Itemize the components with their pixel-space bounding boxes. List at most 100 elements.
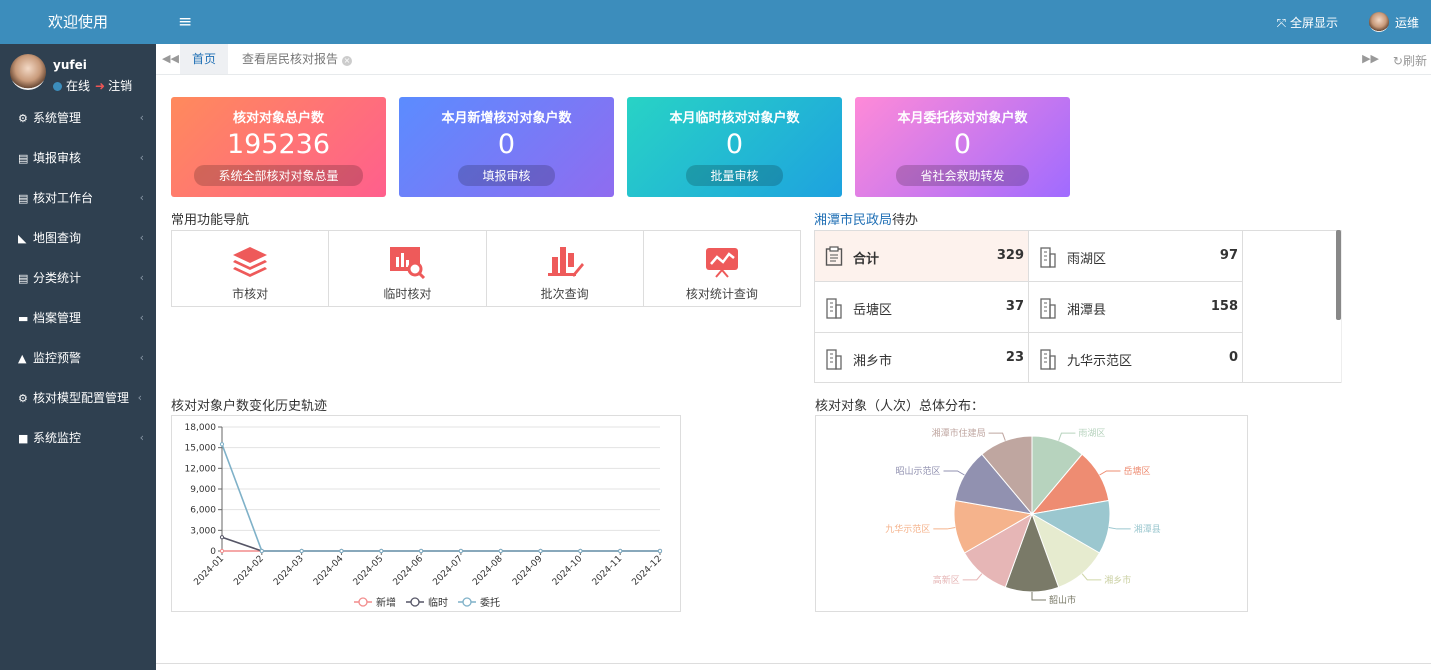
sidebar-logo: 欢迎使用: [0, 0, 156, 44]
card-button[interactable]: 省社会救助转发: [896, 165, 1029, 186]
legend-label: 临时: [428, 596, 448, 609]
refresh-button[interactable]: ↻刷新: [1393, 52, 1427, 69]
data-point: [498, 548, 503, 554]
chevron-left-icon: ‹: [139, 111, 144, 124]
todo-item-jiuhua[interactable]: 九华示范区 0: [1029, 333, 1243, 382]
tab-report[interactable]: 查看居民核对报告 ×: [230, 44, 364, 74]
x-tick-label: 2024-08: [471, 554, 505, 588]
close-icon[interactable]: ×: [342, 56, 353, 66]
sidebar-item-label: 监控预警: [33, 351, 82, 365]
sidebar-item-map[interactable]: ◣ 地图查询 ‹: [0, 218, 156, 258]
building-icon: [1040, 349, 1056, 370]
gear-icon: ⚙: [18, 112, 28, 125]
tab-scroll-right-icon[interactable]: ▶▶: [1362, 52, 1379, 65]
tab-scroll-left-icon[interactable]: ◀◀: [162, 52, 179, 65]
card-button[interactable]: 批量审核: [686, 165, 783, 186]
series-line-临时: [221, 536, 660, 552]
sidebar-item-label: 填报审核: [33, 151, 82, 165]
sidebar-item-stats[interactable]: ▤ 分类统计 ‹: [0, 258, 156, 298]
y-tick-label: 6,000: [190, 506, 216, 516]
tab-home[interactable]: 首页: [180, 44, 229, 74]
sidebar-item-archive[interactable]: ▬ 档案管理 ‹: [0, 298, 156, 338]
sidebar-item-review[interactable]: ▤ 填报审核 ‹: [0, 138, 156, 178]
nav-stats-query[interactable]: 核对统计查询: [644, 231, 800, 306]
sidebar-item-workbench[interactable]: ▤ 核对工作台 ‹: [0, 178, 156, 218]
sidebar-item-system[interactable]: ⚙ 系统管理 ‹: [0, 98, 156, 138]
pie-label: 九华示范区: [885, 523, 930, 535]
pie-label: 昭山示范区: [896, 465, 941, 477]
card-button[interactable]: 系统全部核对对象总量: [194, 165, 363, 186]
label-leader-line: [988, 432, 1006, 441]
data-point: [299, 548, 304, 554]
data-point: [618, 548, 623, 554]
x-tick-label: 2024-04: [312, 554, 346, 588]
todo-item-count: 23: [1005, 350, 1024, 365]
card-value: 0: [725, 129, 744, 160]
user-status: 在线 ➜ 注销: [53, 77, 132, 94]
layers-icon: [233, 247, 268, 277]
expand-icon: ⤧: [1276, 16, 1290, 30]
line-chart-panel: 0 3,000 6,000 9,000 12,000 15,000 18,000 2024-0…: [171, 415, 681, 612]
clipboard-icon: [825, 246, 843, 266]
chevron-left-icon: ‹: [139, 151, 144, 164]
label-leader-line: [1058, 432, 1076, 441]
x-tick-label: 2024-06: [392, 554, 426, 588]
nav-batch-query[interactable]: 批次查询: [487, 231, 644, 306]
pie-label: 韶山市: [1049, 594, 1076, 606]
stat-card-total: 核对对象总户数 195236 系统全部核对对象总量: [171, 97, 386, 197]
video-icon: ■: [18, 432, 29, 445]
chevron-left-icon: ‹: [139, 231, 144, 244]
x-tick-label: 2024-09: [511, 554, 545, 588]
legend-marker: [410, 597, 420, 607]
todo-item-name: 雨湖区: [1067, 252, 1107, 267]
sidebar-item-monitor[interactable]: ■ 系统监控 ‹: [0, 418, 156, 458]
data-point: [339, 548, 344, 554]
todo-item-yuhu[interactable]: 雨湖区 97: [1029, 231, 1243, 282]
data-point: [418, 548, 424, 554]
card-title: 本月新增核对对象户数: [441, 111, 572, 126]
logout-icon[interactable]: ➜: [95, 79, 105, 93]
sidebar-item-warning[interactable]: ▲ 监控预警 ‹: [0, 338, 156, 378]
todo-item-yuetang[interactable]: 岳塘区 37: [815, 282, 1029, 333]
todo-panel: 合计 329 雨湖区 97 岳塘区 37 湘潭县 158 湘乡市 23 九华示范…: [814, 230, 1342, 383]
fullscreen-button[interactable]: ⤧ 全屏显示: [1277, 14, 1338, 31]
chevron-left-icon: ‹: [139, 431, 144, 444]
todo-item-count: 97: [1219, 248, 1238, 263]
data-point: [538, 548, 543, 554]
x-tick-label: 2024-05: [352, 554, 386, 588]
pie-chart: 雨湖区岳塘区湘潭县湘乡市韶山市 高新区 九华示范区 昭山示范区 湘潭市住建局: [885, 427, 1160, 606]
todo-item-xiangxiang[interactable]: 湘乡市 23: [815, 333, 1029, 382]
y-tick-label: 9,000: [190, 485, 216, 495]
todo-item-name: 湘乡市: [853, 354, 893, 369]
avatar: [1368, 12, 1389, 32]
todo-title-link[interactable]: 湘潭市民政局: [814, 213, 892, 228]
todo-item-xiangtan-county[interactable]: 湘潭县 158: [1029, 282, 1243, 333]
building-icon: [1040, 298, 1056, 319]
fullscreen-label: 全屏显示: [1289, 16, 1338, 30]
todo-scrollbar[interactable]: [1336, 230, 1341, 320]
menu-toggle-icon[interactable]: ≡: [178, 12, 192, 32]
sidebar-item-label: 核对模型配置管理: [33, 391, 130, 405]
x-tick-label: 2024-12: [630, 554, 664, 588]
top-user-menu[interactable]: 运维: [1368, 12, 1419, 32]
warning-icon: ▲: [18, 352, 27, 365]
label-leader-line: [933, 527, 956, 530]
label-leader-line: [1099, 470, 1121, 476]
card-button[interactable]: 填报审核: [458, 165, 555, 186]
user-panel: yufei 在线 ➜ 注销: [0, 44, 156, 98]
refresh-label: 刷新: [1402, 54, 1427, 68]
sidebar-item-label: 系统管理: [33, 111, 82, 125]
quick-nav: 市核对 临时核对 批次查询 核对统计查询: [171, 230, 801, 307]
label-leader-line: [1031, 592, 1046, 601]
pie-label: 雨湖区: [1078, 428, 1105, 439]
sidebar-item-model-config[interactable]: ⚙ 核对模型配置管理 ‹: [0, 378, 156, 418]
logout-link[interactable]: 注销: [108, 79, 132, 93]
nav-item-label: 批次查询: [540, 287, 589, 301]
todo-item-total[interactable]: 合计 329: [815, 231, 1029, 282]
nav-city-check[interactable]: 市核对: [172, 231, 330, 306]
data-point: [458, 548, 464, 554]
building-icon: [826, 298, 842, 319]
x-tick-label: 2024-11: [591, 554, 625, 588]
nav-temp-check[interactable]: 临时核对: [329, 231, 487, 306]
todo-item-name: 合计: [853, 252, 880, 267]
